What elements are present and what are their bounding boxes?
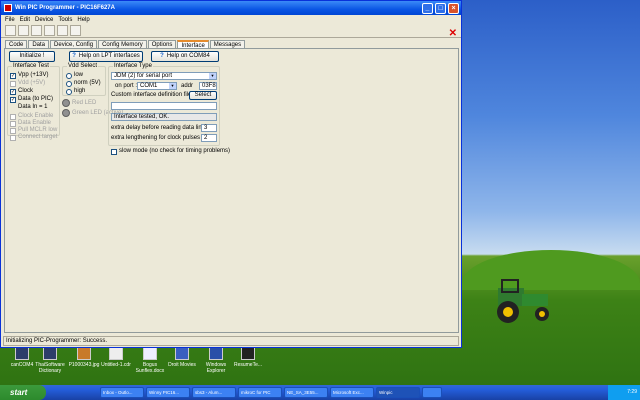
app-icon [4,4,12,12]
window-title: Win PIC Programmer - PIC16F627A [15,5,115,11]
app-icon [175,346,189,360]
custom-file-field[interactable] [111,102,217,110]
taskbar: start Inbox - Outlo... Winny PIC16... sb… [0,385,640,400]
interface-panel: Initialize ! ? Help on LPT interfaces ? He… [4,48,459,333]
close-button[interactable]: × [448,2,459,14]
taskbar-item-winpic[interactable]: Winpic [376,387,420,398]
menu-edit[interactable]: Edit [20,17,30,23]
clock-checkbox[interactable]: ✓ Clock [10,88,33,95]
chevron-down-icon: ▼ [209,73,216,79]
app-icon [241,346,255,360]
program-icon[interactable] [31,25,42,36]
lengthen-input[interactable]: 2 [201,134,217,142]
toolbar [1,24,461,38]
menu-help[interactable]: Help [77,17,89,23]
help-icon[interactable] [70,25,81,36]
led-icon [62,99,70,107]
taskbar-item[interactable] [422,387,442,398]
connect-target-checkbox[interactable]: Connect target [10,134,57,141]
data-enable-checkbox[interactable]: Data Enable [10,120,51,127]
interface-type-select[interactable]: JDM (2) for serial port ▼ [111,72,217,80]
lengthen-label: extra lengthening for clock pulses [us] [111,135,212,141]
close-icon[interactable]: ✕ [449,28,457,39]
menu-bar: File Edit Device Tools Help [1,15,461,24]
taskbar-item[interactable]: Winny PIC16... [146,387,190,398]
app-icon [43,346,57,360]
custom-file-label: Custom interface definition file: [111,92,194,98]
title-bar[interactable]: Win PIC Programmer - PIC16F627A _ □ × [1,1,461,15]
select-button[interactable]: Select [189,91,217,100]
save-icon[interactable] [18,25,29,36]
initialize-button[interactable]: Initialize ! [9,51,55,62]
vdd-norm-radio[interactable]: norm (5V) [66,80,101,87]
delay-input[interactable]: 3 [201,124,217,132]
slow-mode-checkbox[interactable]: slow mode (no check for timing problems) [111,148,230,155]
on-port-label: on port : [115,83,138,89]
red-led: Red LED [62,99,96,107]
tractor-image [497,279,549,323]
app-icon [15,346,29,360]
clock-enable-checkbox[interactable]: Clock Enable [10,113,53,120]
lpt-help-button[interactable]: ? Help on LPT interfaces [69,51,143,62]
verify-icon[interactable] [57,25,68,36]
addr-label: addr [181,83,194,89]
open-icon[interactable] [5,25,16,36]
status-bar: Initializing PIC-Programmer: Success. [3,336,459,346]
data-in-label: Data In = 1 [18,104,48,110]
interface-type-group: Interface Type JDM (2) for serial port ▼ … [108,63,220,146]
maximize-button[interactable]: □ [435,2,446,14]
quick-launch [46,385,100,400]
taskbar-item[interactable]: Microsoft Exc... [330,387,374,398]
vdd-select-group: Vdd Select low norm (5V) high [62,63,106,96]
image-file-icon [77,346,91,360]
vpp-checkbox[interactable]: ✓ Vpp (+13V) [10,72,49,79]
file-icon [109,346,123,360]
interface-status: Interface tested, OK. [111,113,217,121]
menu-file[interactable]: File [5,17,15,23]
vdd-low-radio[interactable]: low [66,72,83,79]
addr-field[interactable]: 03F8 [199,82,217,90]
interface-test-group: Interface Test ✓ Vpp (+13V) Vdd (+5V) ✓ Cl… [7,63,60,141]
taskbar-item[interactable]: mikroC for PIC [238,387,282,398]
chevron-down-icon: ▼ [169,83,176,89]
menu-device[interactable]: Device [35,17,53,23]
taskbar-item[interactable]: NE_SA_3E55... [284,387,328,398]
taskbar-item[interactable]: Inbox - Outlo... [100,387,144,398]
clock[interactable]: 7:29 [627,389,637,395]
port-select[interactable]: COM1 ▼ [137,82,177,90]
system-tray: 7:29 [608,385,640,400]
taskbar-item[interactable]: sbs3 - Alum... [192,387,236,398]
help-icon: ? [160,53,164,59]
start-button[interactable]: start [0,385,46,400]
document-icon [143,346,157,360]
help-icon: ? [72,53,76,59]
menu-tools[interactable]: Tools [58,17,72,23]
com-help-button[interactable]: ? Help on COM84 [151,51,219,62]
data-checkbox[interactable]: ✓ Data (to PIC) [10,96,53,103]
vdd-high-radio[interactable]: high [66,88,85,95]
explorer-icon [209,346,223,360]
winpic-window: Win PIC Programmer - PIC16F627A _ □ × Fi… [0,0,462,348]
led-icon [62,109,70,117]
minimize-button[interactable]: _ [422,2,433,14]
desktop-icon[interactable]: ResumeTe... [228,346,268,368]
read-icon[interactable] [44,25,55,36]
pull-mclr-checkbox[interactable]: Pull MCLR low [10,127,57,134]
vdd-checkbox[interactable]: Vdd (+5V) [10,80,45,87]
